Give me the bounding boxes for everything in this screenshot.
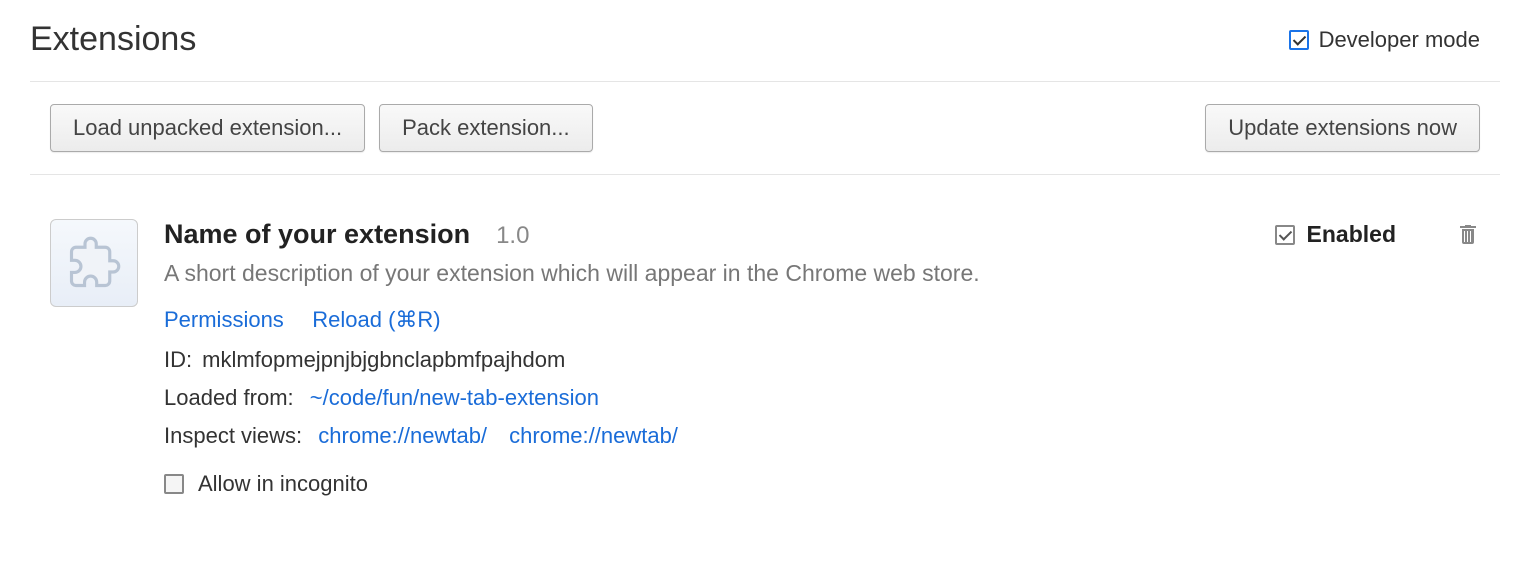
loaded-from-link[interactable]: ~/code/fun/new-tab-extension: [310, 385, 599, 410]
extension-item: Name of your extension 1.0 A short descr…: [30, 175, 1500, 497]
loaded-from-label: Loaded from:: [164, 385, 294, 410]
page-title: Extensions: [30, 20, 196, 59]
reload-link[interactable]: Reload (⌘R): [312, 307, 440, 332]
checkbox-icon: [164, 474, 184, 494]
load-unpacked-button[interactable]: Load unpacked extension...: [50, 104, 365, 152]
extension-description: A short description of your extension wh…: [164, 260, 1249, 287]
extension-puzzle-icon: [50, 219, 138, 307]
enabled-toggle[interactable]: Enabled: [1275, 221, 1396, 248]
trash-icon[interactable]: [1456, 221, 1480, 252]
enabled-label: Enabled: [1307, 221, 1396, 248]
update-extensions-button[interactable]: Update extensions now: [1205, 104, 1480, 152]
developer-mode-toggle[interactable]: Developer mode: [1289, 27, 1480, 53]
extension-version: 1.0: [496, 222, 529, 250]
inspect-view-link[interactable]: chrome://newtab/: [318, 423, 487, 448]
checkbox-icon: [1275, 225, 1295, 245]
allow-incognito-label: Allow in incognito: [198, 471, 368, 497]
inspect-view-link[interactable]: chrome://newtab/: [509, 423, 678, 448]
id-label: ID:: [164, 347, 192, 372]
pack-extension-button[interactable]: Pack extension...: [379, 104, 593, 152]
extension-name: Name of your extension: [164, 219, 470, 250]
inspect-views-label: Inspect views:: [164, 423, 302, 448]
checkbox-icon: [1289, 30, 1309, 50]
permissions-link[interactable]: Permissions: [164, 307, 284, 332]
developer-mode-label: Developer mode: [1319, 27, 1480, 53]
extension-id: mklmfopmejpnjbjgbnclapbmfpajhdom: [202, 347, 565, 372]
allow-incognito-toggle[interactable]: Allow in incognito: [164, 471, 1249, 497]
